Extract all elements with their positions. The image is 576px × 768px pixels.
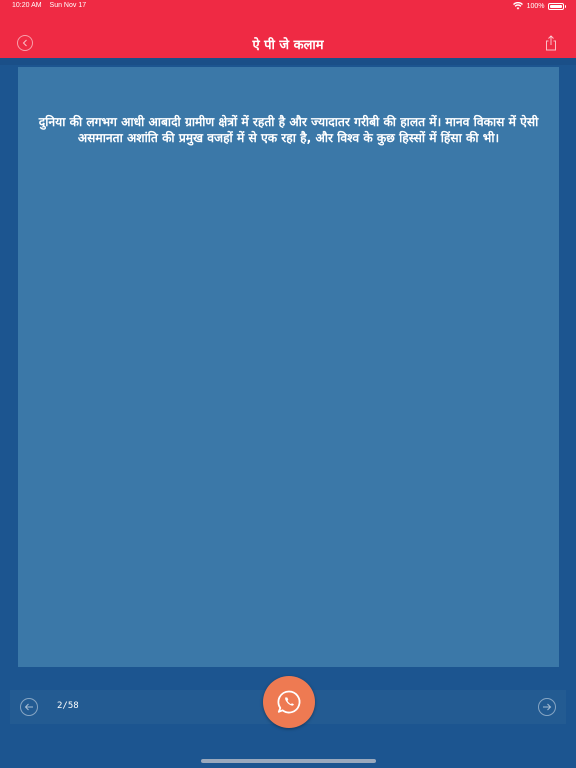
battery-icon — [547, 2, 564, 10]
wifi-icon — [512, 2, 523, 10]
arrow-right-icon — [543, 703, 552, 711]
battery-percent: 100% — [526, 2, 545, 10]
status-date: Sun Nov 17 — [49, 2, 87, 9]
next-button[interactable] — [538, 698, 556, 716]
status-bar: 10:20 AM Sun Nov 17 100% — [0, 0, 576, 14]
status-left: 10:20 AM Sun Nov 17 — [12, 2, 92, 9]
whatsapp-icon — [277, 690, 301, 714]
home-indicator — [201, 759, 376, 763]
share-icon[interactable] — [544, 35, 558, 51]
quote-text: दुनिया की लगभग आधी आबादी ग्रामीण क्षेत्र… — [38, 115, 539, 145]
previous-button[interactable] — [20, 698, 38, 716]
arrow-left-icon — [24, 703, 33, 711]
whatsapp-share-button[interactable] — [263, 676, 315, 728]
app-header: ऐ पी जे कलाम — [0, 14, 576, 58]
status-time: 10:20 AM — [12, 2, 42, 9]
page-title: ऐ पी जे कलाम — [252, 38, 324, 53]
page-counter: 2/58 — [57, 701, 79, 711]
status-right: 100% — [512, 2, 566, 10]
header-divider — [0, 58, 576, 65]
battery-tip — [564, 4, 566, 8]
quote-card: दुनिया की लगभग आधी आबादी ग्रामीण क्षेत्र… — [18, 67, 559, 667]
